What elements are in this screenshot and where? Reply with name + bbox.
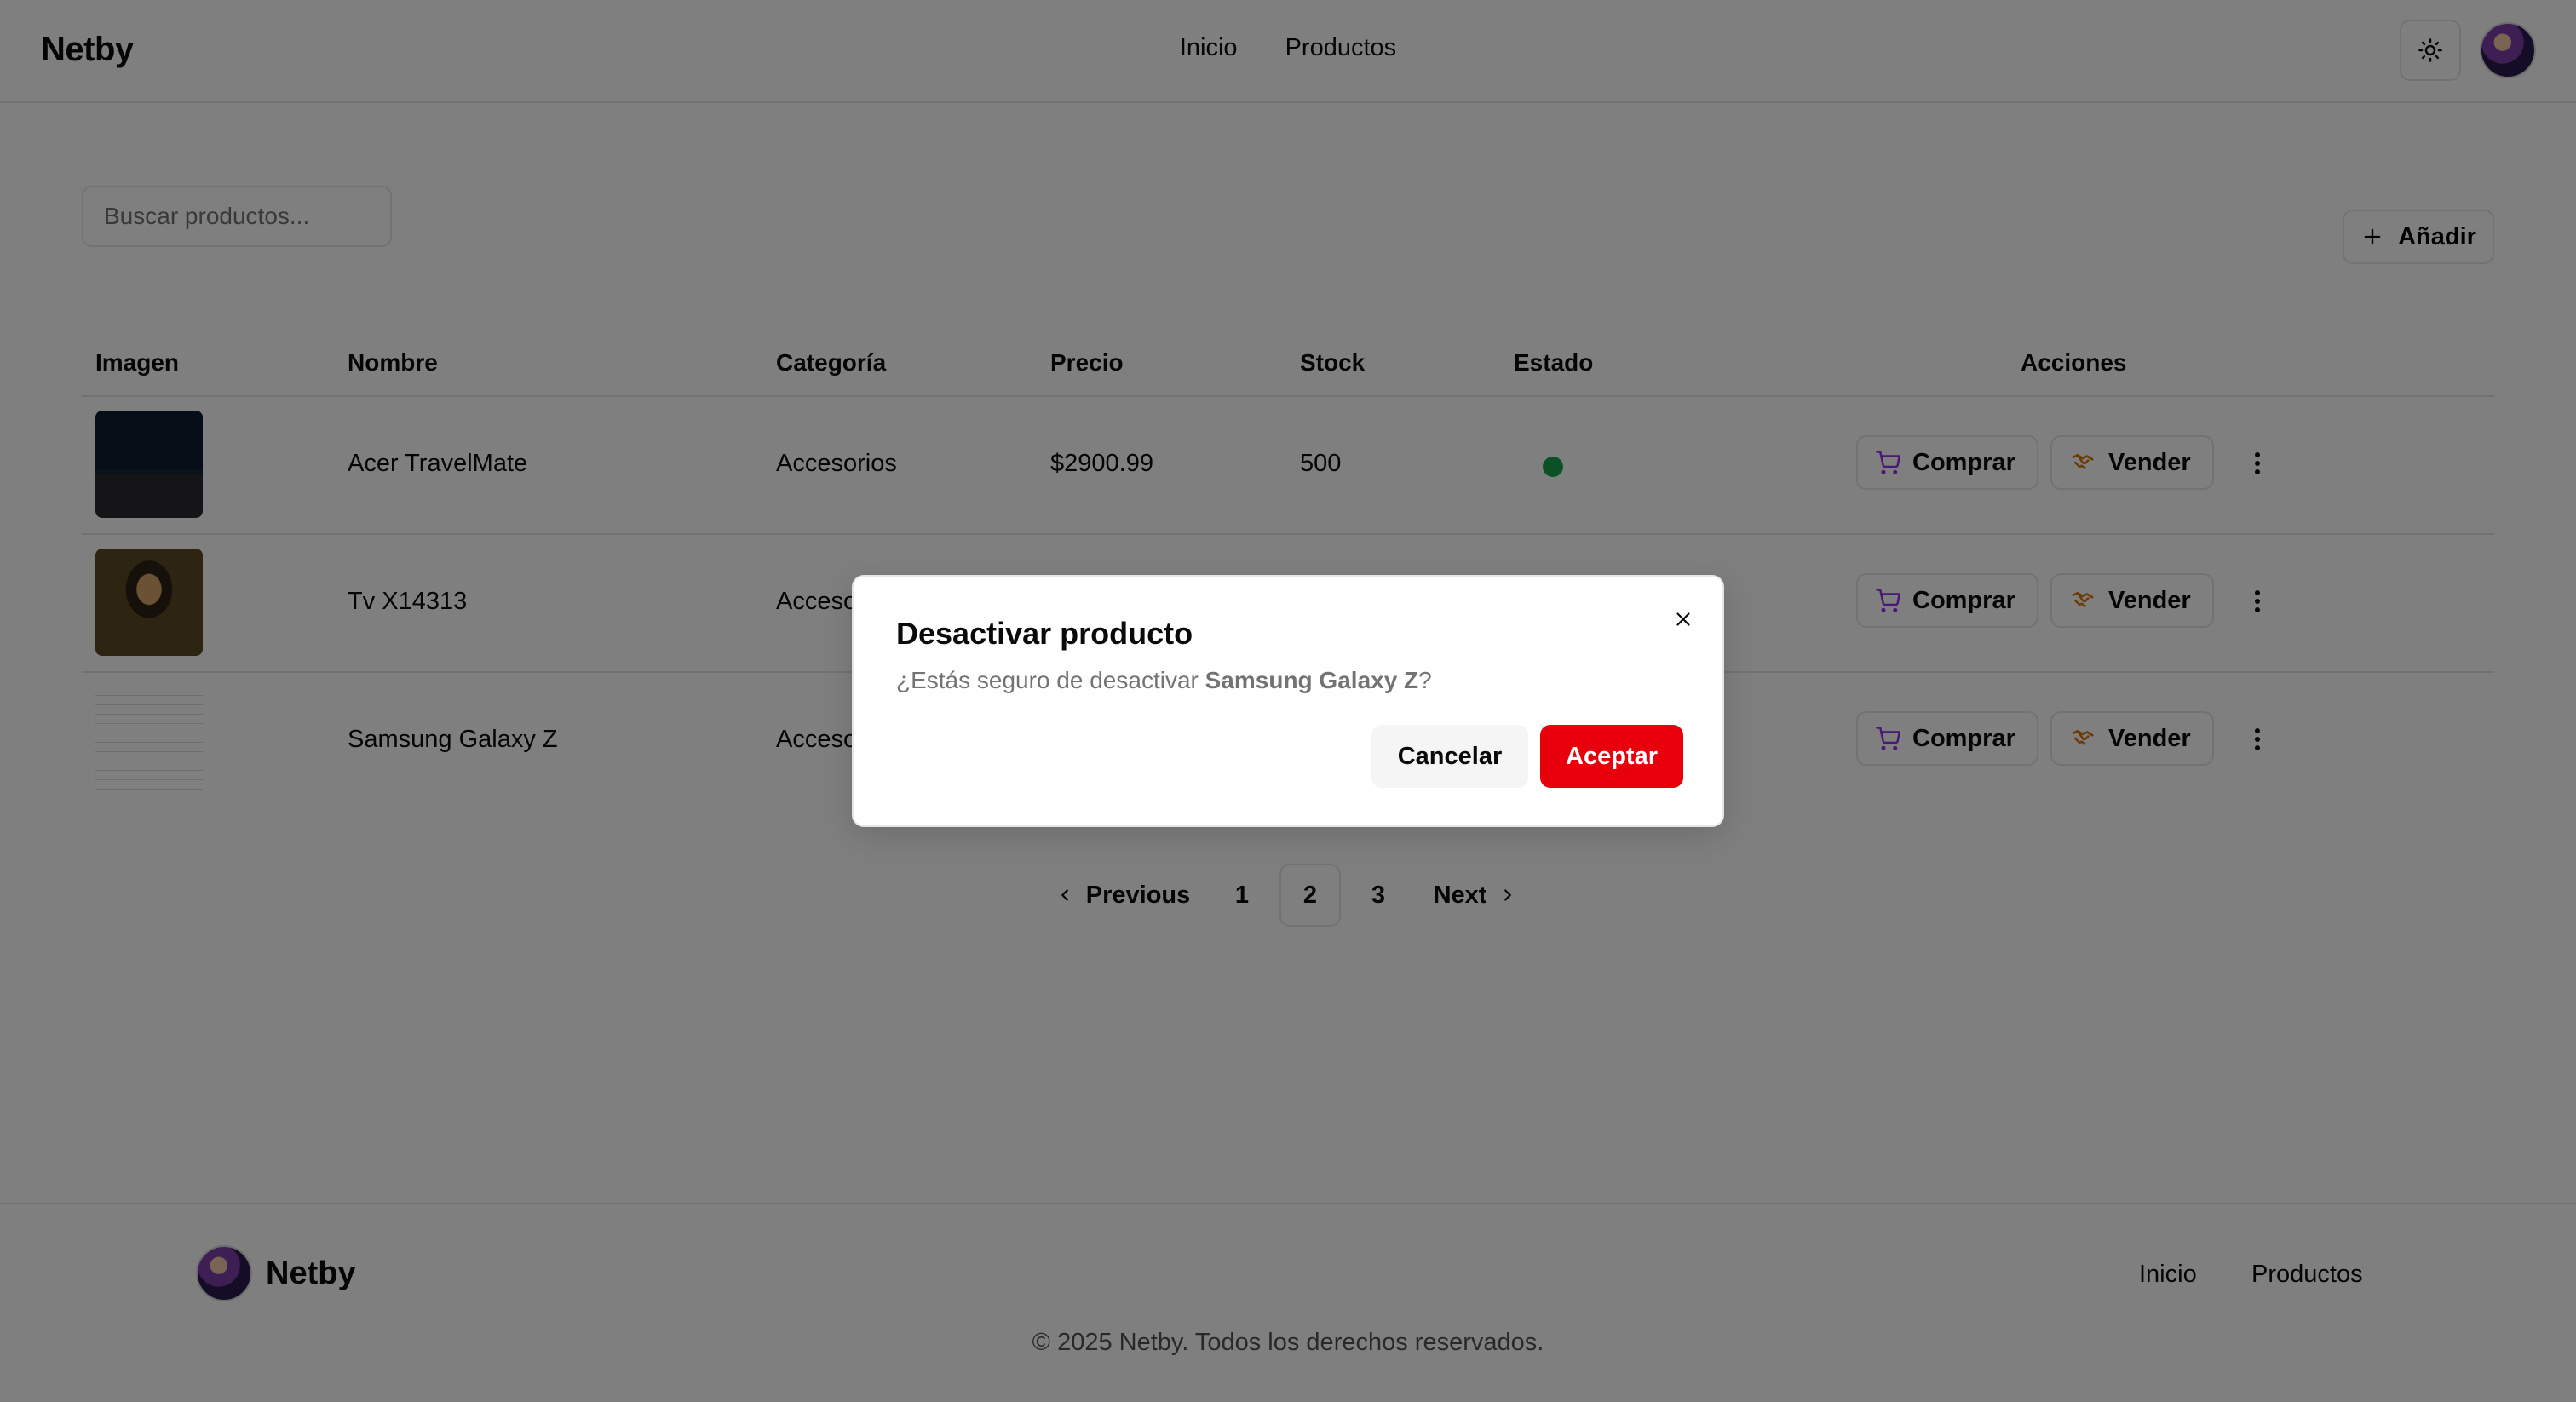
dialog-message-prefix: ¿Estás seguro de desactivar [896,667,1205,693]
accept-button[interactable]: Aceptar [1540,725,1683,788]
dialog-product-name: Samsung Galaxy Z [1205,667,1419,693]
dialog-message: ¿Estás seguro de desactivar Samsung Gala… [896,667,1432,694]
close-icon[interactable] [1668,604,1699,635]
dialog-title: Desactivar producto [896,616,1193,651]
deactivate-product-dialog: Desactivar producto ¿Estás seguro de des… [852,575,1724,827]
dialog-message-suffix: ? [1418,667,1432,693]
cancel-button[interactable]: Cancelar [1371,725,1528,788]
